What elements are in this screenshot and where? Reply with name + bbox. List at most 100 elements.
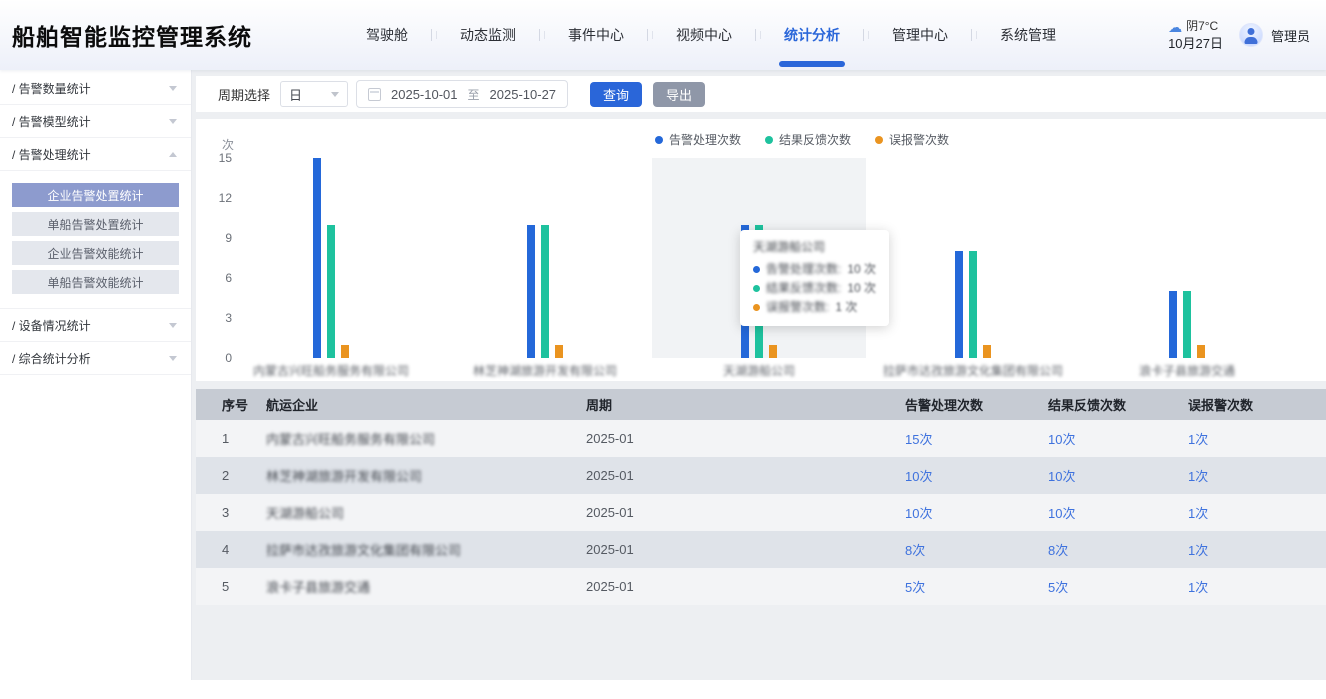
chart-bar-group[interactable] bbox=[1080, 158, 1294, 358]
legend-label: 误报警次数 bbox=[889, 131, 949, 148]
main-area: / 告警数量统计 / 告警模型统计 / 告警处理统计企业告警处置统计单船告警处置统计… bbox=[0, 70, 1326, 680]
nav-tab-5[interactable]: 统计分析 bbox=[775, 0, 849, 70]
sidebar-item-4[interactable]: 单船告警效能统计 bbox=[12, 270, 179, 294]
chart-category-label: 内蒙古兴旺船务服务有限公司 bbox=[224, 362, 438, 379]
sidebar-group-4[interactable]: / 设备情况统计 bbox=[0, 309, 191, 342]
sidebar-group-3[interactable]: / 告警处理统计 bbox=[0, 138, 191, 171]
chart-bar-group[interactable] bbox=[866, 158, 1080, 358]
false-alarm-count-link[interactable]: 1次 bbox=[1188, 580, 1208, 595]
chart-bar-group[interactable] bbox=[438, 158, 652, 358]
sidebar-group-label: / 设备情况统计 bbox=[12, 317, 91, 334]
chart-category-label: 拉萨市达孜旅游文化集团有限公司 bbox=[866, 362, 1080, 379]
chevron-down-icon bbox=[331, 92, 339, 97]
avatar bbox=[1239, 23, 1263, 47]
date-end: 2025-10-27 bbox=[490, 87, 557, 102]
handled-count-link[interactable]: 8次 bbox=[905, 543, 925, 558]
chart-bar[interactable] bbox=[769, 345, 777, 358]
chart-category-label: 林芝神湖旅游开发有限公司 bbox=[438, 362, 652, 379]
chevron-down-icon bbox=[169, 323, 177, 328]
legend-dot bbox=[655, 136, 663, 144]
legend-item[interactable]: 结果反馈次数 bbox=[765, 131, 851, 148]
sidebar-group-5[interactable]: / 综合统计分析 bbox=[0, 342, 191, 375]
chart-bar[interactable] bbox=[527, 225, 535, 358]
legend-label: 告警处理次数 bbox=[669, 131, 741, 148]
nav-tab-7[interactable]: 系统管理 bbox=[991, 0, 1065, 70]
sidebar-group-label: / 告警数量统计 bbox=[12, 80, 91, 97]
period-value: 2025-01 bbox=[586, 431, 634, 446]
row-index: 5 bbox=[222, 579, 229, 594]
chart-bar[interactable] bbox=[341, 345, 349, 358]
nav-tab-3[interactable]: 事件中心 bbox=[559, 0, 633, 70]
weather-widget: ☁ 阴7°C 10月27日 bbox=[1168, 18, 1223, 52]
company-name: 内蒙古兴旺船务服务有限公司 bbox=[266, 432, 435, 447]
sidebar-group-label: / 告警处理统计 bbox=[12, 146, 91, 163]
table-column-header: 周期 bbox=[586, 389, 905, 420]
sidebar-group-1[interactable]: / 告警数量统计 bbox=[0, 72, 191, 105]
filter-bar: 周期选择 日 2025-10-01 至 2025-10-27 查询 导出 bbox=[196, 76, 1326, 112]
nav-separator bbox=[971, 29, 977, 41]
feedback-count-link[interactable]: 5次 bbox=[1048, 580, 1068, 595]
table-column-header: 告警处理次数 bbox=[905, 389, 1048, 420]
chart-bar[interactable] bbox=[955, 251, 963, 358]
company-name: 拉萨市达孜旅游文化集团有限公司 bbox=[266, 543, 461, 558]
legend-item[interactable]: 告警处理次数 bbox=[655, 131, 741, 148]
feedback-count-link[interactable]: 10次 bbox=[1048, 506, 1075, 521]
user-icon bbox=[1247, 28, 1254, 35]
legend-item[interactable]: 误报警次数 bbox=[875, 131, 949, 148]
period-select[interactable]: 日 bbox=[280, 81, 348, 107]
date-start: 2025-10-01 bbox=[391, 87, 458, 102]
handled-count-link[interactable]: 15次 bbox=[905, 432, 932, 447]
feedback-count-link[interactable]: 10次 bbox=[1048, 432, 1075, 447]
nav-tab-4[interactable]: 视频中心 bbox=[667, 0, 741, 70]
period-select-value: 日 bbox=[289, 85, 302, 104]
feedback-count-link[interactable]: 8次 bbox=[1048, 543, 1068, 558]
row-index: 2 bbox=[222, 468, 229, 483]
chart-bar[interactable] bbox=[313, 158, 321, 358]
date-range-picker[interactable]: 2025-10-01 至 2025-10-27 bbox=[356, 80, 568, 108]
feedback-count-link[interactable]: 10次 bbox=[1048, 469, 1075, 484]
x-axis-labels: 内蒙古兴旺船务服务有限公司林芝神湖旅游开发有限公司天湖游船公司拉萨市达孜旅游文化… bbox=[224, 362, 1294, 379]
date-separator: 至 bbox=[468, 86, 480, 103]
table-row: 2林芝神湖旅游开发有限公司2025-0110次10次1次 bbox=[196, 457, 1326, 494]
chart-bar[interactable] bbox=[969, 251, 977, 358]
sidebar-item-3[interactable]: 企业告警效能统计 bbox=[12, 241, 179, 265]
weather-date: 10月27日 bbox=[1168, 35, 1223, 52]
tooltip-dot bbox=[753, 285, 760, 292]
tooltip-entry: 误报警次数:1 次 bbox=[753, 298, 876, 317]
false-alarm-count-link[interactable]: 1次 bbox=[1188, 432, 1208, 447]
period-label: 周期选择 bbox=[218, 85, 270, 104]
chart-bar[interactable] bbox=[1169, 291, 1177, 358]
sidebar-item-2[interactable]: 单船告警处置统计 bbox=[12, 212, 179, 236]
sidebar-item-1[interactable]: 企业告警处置统计 bbox=[12, 183, 179, 207]
chart-bar[interactable] bbox=[983, 345, 991, 358]
sidebar-group-2[interactable]: / 告警模型统计 bbox=[0, 105, 191, 138]
bar-chart: 次 03691215 告警处理次数结果反馈次数误报警次数 内蒙古兴旺船务服务有限… bbox=[196, 119, 1326, 381]
chart-bar-group[interactable] bbox=[224, 158, 438, 358]
search-button[interactable]: 查询 bbox=[590, 82, 642, 107]
tooltip-entry: 结果反馈次数:10 次 bbox=[753, 279, 876, 298]
false-alarm-count-link[interactable]: 1次 bbox=[1188, 506, 1208, 521]
handled-count-link[interactable]: 5次 bbox=[905, 580, 925, 595]
export-button[interactable]: 导出 bbox=[653, 82, 705, 107]
nav-tab-2[interactable]: 动态监测 bbox=[451, 0, 525, 70]
false-alarm-count-link[interactable]: 1次 bbox=[1188, 543, 1208, 558]
handled-count-link[interactable]: 10次 bbox=[905, 506, 932, 521]
tooltip-dot bbox=[753, 304, 760, 311]
chart-bar[interactable] bbox=[555, 345, 563, 358]
top-header: 船舶智能监控管理系统 驾驶舱动态监测事件中心视频中心统计分析管理中心系统管理 ☁… bbox=[0, 0, 1326, 70]
cloud-icon: ☁ bbox=[1168, 20, 1182, 34]
period-value: 2025-01 bbox=[586, 542, 634, 557]
user-menu[interactable]: 管理员 bbox=[1239, 23, 1326, 47]
chart-tooltip: 天湖游船公司 告警处理次数:10 次结果反馈次数:10 次误报警次数:1 次 bbox=[740, 230, 889, 326]
handled-count-link[interactable]: 10次 bbox=[905, 469, 932, 484]
chart-bar[interactable] bbox=[327, 225, 335, 358]
false-alarm-count-link[interactable]: 1次 bbox=[1188, 469, 1208, 484]
table-column-header: 误报警次数 bbox=[1188, 389, 1326, 420]
chart-bar[interactable] bbox=[541, 225, 549, 358]
nav-tab-6[interactable]: 管理中心 bbox=[883, 0, 957, 70]
chart-bar[interactable] bbox=[1183, 291, 1191, 358]
nav-tab-1[interactable]: 驾驶舱 bbox=[357, 0, 417, 70]
chart-bar[interactable] bbox=[1197, 345, 1205, 358]
main-nav: 驾驶舱动态监测事件中心视频中心统计分析管理中心系统管理 bbox=[357, 0, 1065, 70]
table-row: 4拉萨市达孜旅游文化集团有限公司2025-018次8次1次 bbox=[196, 531, 1326, 568]
